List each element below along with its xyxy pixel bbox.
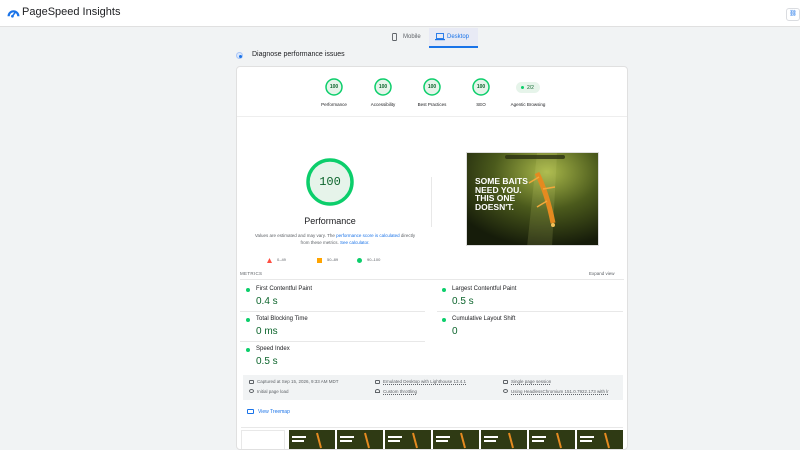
legend-average-label: 50–89: [327, 257, 339, 262]
gauge-performance-score: 100: [329, 84, 339, 90]
performance-description: Values are estimated and may vary. The p…: [254, 233, 416, 245]
tab-desktop[interactable]: Desktop: [429, 28, 478, 48]
diagnose-title: Diagnose performance issues: [252, 51, 345, 58]
metric-fcp-value: 0.4 s: [256, 296, 278, 307]
run-info-bar: Captured at Sep 15, 2026, 9:33 AM MDT In…: [243, 375, 623, 400]
throttling-info[interactable]: Custom throttling: [383, 389, 417, 394]
report-card: 100 Performance 100 Accessibility 100 Be…: [236, 66, 628, 450]
legend-fail: 0–49: [267, 257, 307, 263]
tab-mobile[interactable]: Mobile: [386, 28, 428, 48]
filmstrip-frame: [529, 430, 575, 449]
diagnose-status-icon: [236, 52, 243, 59]
gauge-accessibility[interactable]: 100: [374, 78, 392, 96]
performance-score: 100: [319, 175, 341, 189]
filmstrip-frame: [481, 430, 527, 449]
agentic-browsing-label: Agentic Browsing: [510, 102, 546, 107]
screenshot-headline: SOME BAITS NEED YOU. THIS ONE DOESN'T.: [475, 176, 528, 212]
score-calculated-link[interactable]: performance score is calculated: [336, 233, 400, 238]
gauge-best-practices-score: 100: [427, 84, 437, 90]
phone-icon: [392, 33, 397, 41]
timer-icon: [249, 389, 254, 393]
metric-lcp-value: 0.5 s: [452, 296, 474, 307]
captured-at: Captured at Sep 15, 2026, 9:33 AM MDT: [257, 379, 339, 384]
initial-load: Initial page load: [257, 389, 289, 394]
tab-mobile-label: Mobile: [403, 34, 421, 40]
gauge-performance[interactable]: 100: [325, 78, 343, 96]
session-info[interactable]: Single page session: [511, 379, 551, 384]
share-link-button[interactable]: ⛓: [786, 8, 800, 21]
metrics-heading: METRICS: [240, 271, 263, 276]
legend-pass: 90–100: [357, 257, 407, 263]
agentic-browsing-value: 2/2: [527, 84, 534, 91]
filmstrip: [241, 427, 623, 449]
gauge-best-practices[interactable]: 100: [423, 78, 441, 96]
divider: [237, 116, 627, 117]
pagespeed-logo-icon: [7, 10, 20, 18]
pass-dot-icon: [442, 318, 446, 322]
metric-speed-index-title: Speed Index: [256, 346, 290, 352]
top-bar: PageSpeed Insights ⛓: [0, 0, 800, 27]
legend-fail-label: 0–49: [277, 257, 286, 262]
filmstrip-frame: [385, 430, 431, 449]
link-icon: ⛓: [789, 11, 797, 17]
filmstrip-frame: [289, 430, 335, 449]
view-treemap-label: View Treemap: [258, 409, 290, 415]
gauge-performance-label: Performance: [321, 102, 347, 107]
metric-speed-index-value: 0.5 s: [256, 356, 278, 367]
see-calculator-link[interactable]: See calculator.: [340, 240, 370, 245]
pass-dot-icon: [442, 288, 446, 292]
gauge-accessibility-score: 100: [378, 84, 388, 90]
filmstrip-frame: [433, 430, 479, 449]
metric-cls-value: 0: [452, 326, 458, 337]
square-icon: [317, 257, 322, 263]
gauge-accessibility-label: Accessibility: [370, 102, 396, 107]
metric-tbt-value: 0 ms: [256, 326, 278, 337]
divider: [240, 341, 425, 342]
emulated-device[interactable]: Emulated Desktop with Lighthouse 13.4.1: [383, 379, 466, 384]
legend-pass-label: 90–100: [367, 257, 381, 262]
divider: [240, 279, 624, 280]
laptop-icon: [375, 380, 380, 384]
metric-lcp-title: Largest Contentful Paint: [452, 286, 517, 292]
legend-average: 50–89: [317, 257, 357, 263]
gauge-seo-score: 100: [476, 84, 486, 90]
divider: [431, 177, 432, 227]
metric-tbt-title: Total Blocking Time: [256, 316, 308, 322]
user-icon: [503, 380, 508, 384]
metric-cls-title: Cumulative Layout Shift: [452, 316, 516, 322]
gauge-best-practices-label: Best Practices: [417, 102, 447, 107]
globe-icon: [503, 389, 508, 393]
pass-dot-icon: [246, 288, 250, 292]
laptop-icon: [435, 33, 445, 41]
browser-info[interactable]: Using HeadlessChromium 151.0.7922.173 wi…: [511, 389, 609, 394]
metric-fcp-title: First Contentful Paint: [256, 286, 313, 292]
treemap-icon: [247, 409, 254, 414]
pass-dot-icon: [246, 348, 250, 352]
performance-gauge: 100: [305, 157, 355, 207]
pass-dot-icon: [246, 318, 250, 322]
pass-dot-icon: [521, 86, 524, 89]
final-screenshot[interactable]: SOME BAITS NEED YOU. THIS ONE DOESN'T.: [466, 152, 599, 246]
app-title: PageSpeed Insights: [22, 6, 121, 18]
expand-view-toggle[interactable]: Expand view: [589, 271, 615, 276]
divider: [240, 311, 425, 312]
filmstrip-frame: [337, 430, 383, 449]
circle-icon: [357, 257, 362, 263]
tab-desktop-label: Desktop: [447, 34, 470, 40]
wifi-icon: [375, 389, 380, 393]
divider: [437, 311, 623, 312]
calendar-icon: [249, 380, 254, 384]
gauge-seo[interactable]: 100: [472, 78, 490, 96]
triangle-icon: [267, 257, 272, 263]
agentic-browsing-badge[interactable]: 2/2: [516, 82, 540, 93]
performance-title: Performance: [304, 216, 356, 226]
gauge-seo-label: SEO: [476, 102, 486, 107]
filmstrip-frame: [241, 430, 285, 449]
filmstrip-frame: [577, 430, 623, 449]
